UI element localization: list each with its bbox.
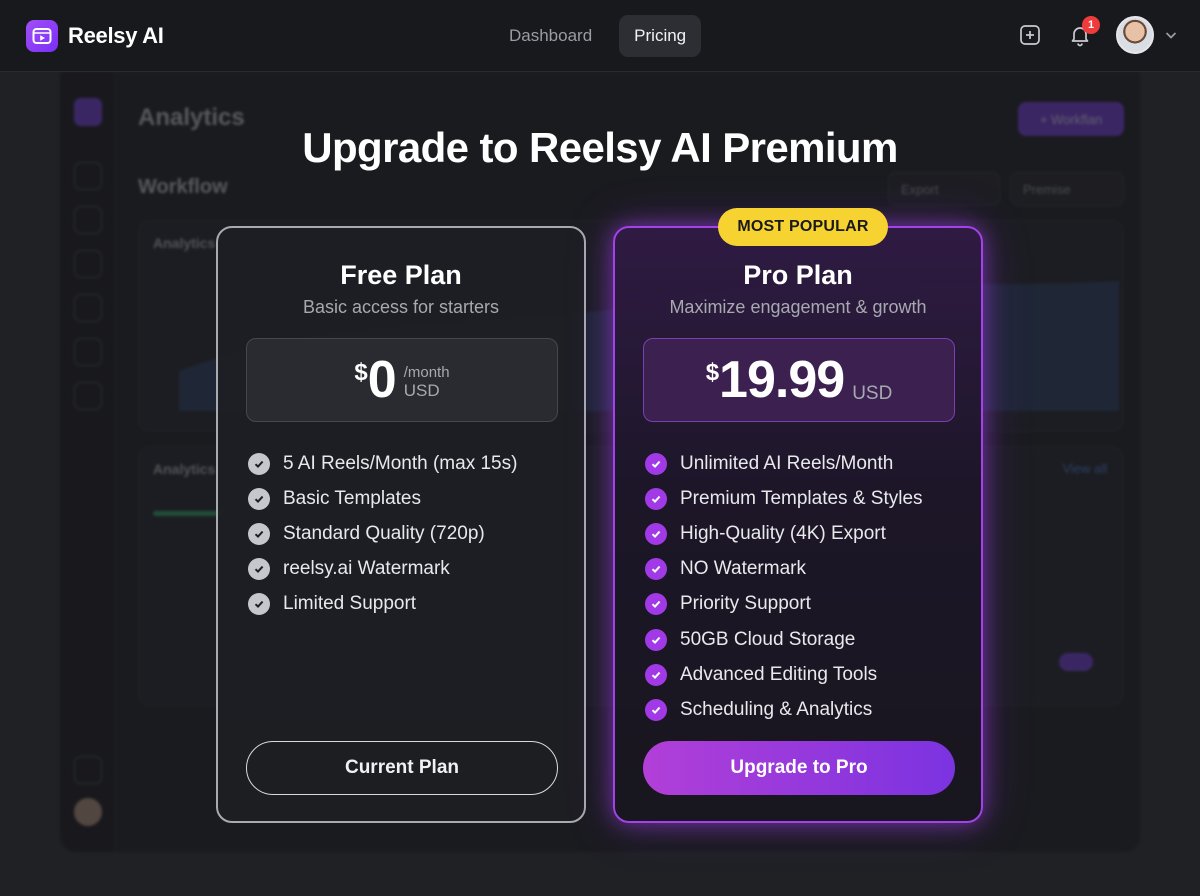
feature-label: Advanced Editing Tools [680, 663, 878, 685]
feature-label: 5 AI Reels/Month (max 15s) [283, 452, 518, 474]
create-button[interactable] [1016, 21, 1044, 49]
plan-name: Pro Plan [743, 260, 853, 290]
list-item: 5 AI Reels/Month (max 15s) [248, 446, 517, 481]
tab-pricing[interactable]: Pricing [619, 15, 702, 57]
price-unit: USD [403, 380, 440, 400]
price-unit: USD [852, 383, 893, 404]
price-amount: 19.99 [719, 351, 845, 409]
check-icon [645, 698, 667, 721]
top-actions: 1 [1016, 16, 1178, 54]
check-icon [645, 663, 667, 686]
plan-name: Free Plan [340, 260, 462, 290]
app-logo[interactable]: Reelsy AI [26, 20, 164, 52]
plan-description: Maximize engagement & growth [669, 297, 927, 317]
feature-label: Priority Support [680, 593, 811, 615]
feature-label: Limited Support [283, 593, 417, 615]
price-box: $ 19.99 USD [643, 338, 955, 422]
feature-label: Standard Quality (720p) [283, 522, 485, 544]
current-plan-button[interactable]: Current Plan [246, 741, 558, 795]
modal-overlay [0, 72, 1200, 896]
reel-icon [26, 20, 58, 52]
avatar [1116, 16, 1154, 54]
check-icon [248, 558, 270, 581]
check-icon [645, 487, 667, 510]
feature-label: reelsy.ai Watermark [283, 558, 450, 580]
check-icon [645, 628, 667, 651]
price-box: $ 0 /month USD [246, 338, 558, 422]
list-item: Premium Templates & Styles [645, 481, 923, 516]
feature-label: NO Watermark [680, 558, 806, 580]
check-icon [248, 487, 270, 510]
price-meta: /month USD [404, 364, 450, 401]
price-meta: USD [852, 383, 892, 405]
upgrade-to-pro-button[interactable]: Upgrade to Pro [643, 741, 955, 795]
list-item: NO Watermark [645, 552, 923, 587]
list-item: Priority Support [645, 587, 923, 622]
list-item: Scheduling & Analytics [645, 692, 923, 727]
user-menu[interactable] [1116, 16, 1178, 54]
list-item: Unlimited AI Reels/Month [645, 446, 923, 481]
tab-dashboard[interactable]: Dashboard [494, 15, 607, 57]
check-icon [645, 452, 667, 475]
feature-label: Basic Templates [283, 487, 421, 509]
check-icon [248, 522, 270, 545]
check-icon [645, 522, 667, 545]
feature-label: Scheduling & Analytics [680, 698, 873, 720]
feature-label: 50GB Cloud Storage [680, 628, 856, 650]
plus-square-icon [1020, 25, 1040, 45]
feature-list: Unlimited AI Reels/Month Premium Templat… [645, 446, 923, 728]
notification-badge: 1 [1082, 16, 1100, 34]
check-icon [248, 593, 270, 616]
most-popular-badge: MOST POPULAR [718, 208, 888, 246]
notifications-button[interactable]: 1 [1066, 16, 1100, 49]
check-icon [645, 593, 667, 616]
price-currency: $ [354, 359, 368, 386]
price-currency: $ [705, 359, 720, 386]
feature-label: Premium Templates & Styles [680, 487, 923, 509]
main-nav: Dashboard Pricing [494, 15, 702, 57]
plan-description: Basic access for starters [302, 297, 500, 317]
feature-label: Unlimited AI Reels/Month [680, 452, 894, 474]
list-item: High-Quality (4K) Export [645, 516, 923, 551]
list-item: reelsy.ai Watermark [248, 552, 517, 587]
check-icon [248, 452, 270, 475]
top-navigation-bar: Reelsy AI Dashboard Pricing 1 [0, 0, 1200, 72]
list-item: Advanced Editing Tools [645, 657, 923, 692]
free-plan-card: Free Plan Basic access for starters $ 0 … [216, 226, 586, 823]
list-item: Limited Support [248, 587, 517, 622]
pricing-headline: Upgrade to Reelsy AI Premium [302, 124, 898, 171]
chevron-down-icon [1165, 32, 1177, 39]
feature-list: 5 AI Reels/Month (max 15s) Basic Templat… [248, 446, 517, 622]
list-item: 50GB Cloud Storage [645, 622, 923, 657]
price-period: /month [403, 363, 450, 381]
check-icon [645, 558, 667, 581]
price-amount: 0 [367, 351, 397, 409]
pro-plan-card: MOST POPULAR Pro Plan Maximize engagemen… [613, 208, 983, 823]
list-item: Basic Templates [248, 481, 517, 516]
app-name: Reelsy AI [68, 23, 164, 48]
feature-label: High-Quality (4K) Export [680, 522, 886, 544]
list-item: Standard Quality (720p) [248, 516, 517, 551]
